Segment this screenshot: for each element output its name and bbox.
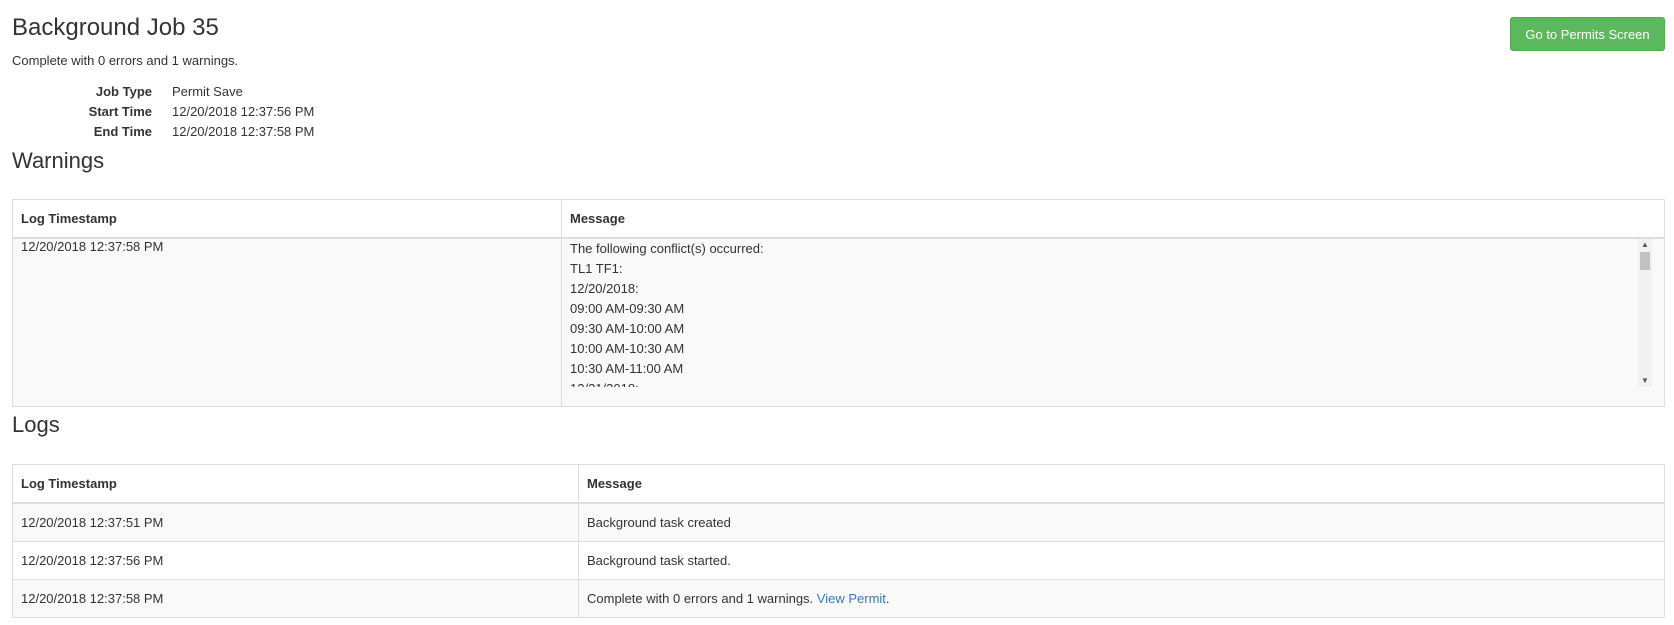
- column-header-message: Message: [561, 199, 1665, 239]
- log-message-cell: Complete with 0 errors and 1 warnings. V…: [578, 579, 1665, 618]
- log-message: Complete with 0 errors and 1 warnings.: [587, 591, 814, 606]
- detail-label: Start Time: [88, 104, 152, 119]
- log-timestamp: 12/20/2018 12:37:58 PM: [12, 579, 579, 618]
- message-line: 09:00 AM-09:30 AM: [570, 301, 685, 316]
- vertical-scrollbar[interactable]: ▲ ▼: [1638, 239, 1652, 387]
- warnings-heading: Warnings: [12, 148, 105, 173]
- page-title: Background Job 35: [12, 14, 219, 41]
- detail-value: 12/20/2018 12:37:56 PM: [172, 104, 315, 119]
- warning-message-scroll[interactable]: The following conflict(s) occurred: TL1 …: [570, 239, 1656, 387]
- table-row: 12/20/2018 12:37:58 PM Complete with 0 e…: [12, 579, 1665, 618]
- log-message-suffix: .: [885, 591, 890, 606]
- message-line: The following conflict(s) occurred:: [570, 241, 764, 256]
- warning-timestamp: 12/20/2018 12:37:58 PM: [12, 237, 562, 407]
- column-header-timestamp: Log Timestamp: [12, 464, 579, 504]
- detail-label: End Time: [93, 124, 152, 139]
- go-to-permits-button[interactable]: Go to Permits Screen: [1510, 17, 1665, 51]
- log-message: Background task created: [578, 502, 1665, 542]
- logs-heading: Logs: [12, 412, 60, 437]
- view-permit-link[interactable]: View Permit: [817, 591, 886, 606]
- message-line: TL1 TF1:: [570, 261, 623, 276]
- logs-header-row: Log Timestamp Message: [12, 464, 1665, 504]
- message-line: 10:00 AM-10:30 AM: [570, 341, 685, 356]
- column-header-timestamp: Log Timestamp: [12, 199, 562, 239]
- job-status-summary: Complete with 0 errors and 1 warnings.: [12, 53, 239, 68]
- column-header-message: Message: [578, 464, 1665, 504]
- log-message: Background task started.: [578, 541, 1665, 580]
- table-row: 12/20/2018 12:37:58 PM The following con…: [12, 237, 1665, 407]
- detail-row-end-time: End Time 12/20/2018 12:37:58 PM: [0, 122, 420, 142]
- table-row: 12/20/2018 12:37:56 PM Background task s…: [12, 541, 1665, 580]
- log-timestamp: 12/20/2018 12:37:56 PM: [12, 541, 579, 580]
- scroll-down-arrow-icon[interactable]: ▼: [1638, 375, 1652, 387]
- logs-table: Log Timestamp Message 12/20/2018 12:37:5…: [12, 464, 1665, 618]
- log-timestamp: 12/20/2018 12:37:51 PM: [12, 502, 579, 542]
- warnings-header-row: Log Timestamp Message: [12, 199, 1665, 239]
- warnings-table: Log Timestamp Message 12/20/2018 12:37:5…: [12, 199, 1665, 407]
- detail-row-start-time: Start Time 12/20/2018 12:37:56 PM: [0, 102, 420, 122]
- scrollbar-thumb[interactable]: [1640, 252, 1650, 270]
- warning-message-cell: The following conflict(s) occurred: TL1 …: [561, 237, 1665, 407]
- message-line: 12/20/2018:: [570, 281, 639, 296]
- message-line: 09:30 AM-10:00 AM: [570, 321, 685, 336]
- detail-value: 12/20/2018 12:37:58 PM: [172, 124, 315, 139]
- message-line: 12/21/2018:: [570, 379, 1626, 387]
- detail-value: Permit Save: [172, 84, 243, 99]
- job-details: Job Type Permit Save Start Time 12/20/20…: [0, 82, 420, 142]
- table-row: 12/20/2018 12:37:51 PM Background task c…: [12, 502, 1665, 542]
- detail-label: Job Type: [95, 84, 152, 99]
- scroll-up-arrow-icon[interactable]: ▲: [1638, 239, 1652, 251]
- detail-row-job-type: Job Type Permit Save: [0, 82, 420, 102]
- message-line: 10:30 AM-11:00 AM: [570, 361, 684, 376]
